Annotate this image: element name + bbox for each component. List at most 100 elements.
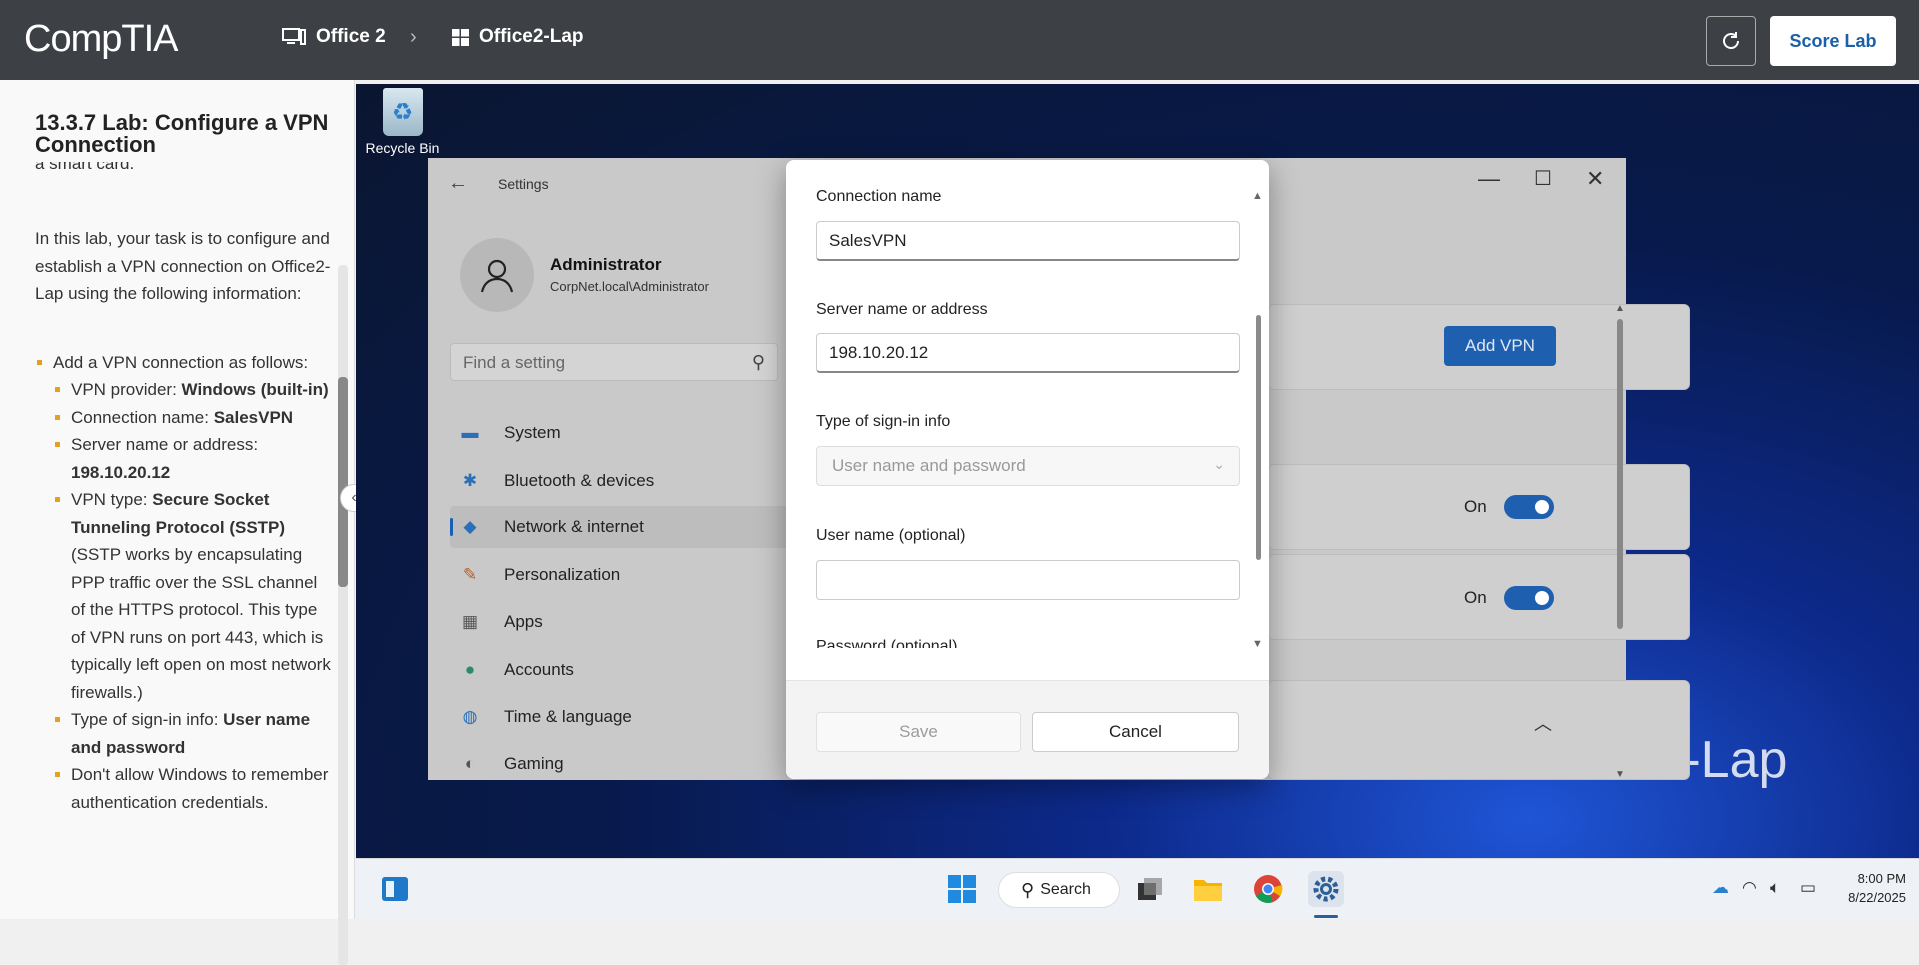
computer-icon xyxy=(282,28,306,45)
nav-label: System xyxy=(504,423,561,442)
nav-item-bluetooth[interactable]: ✱ Bluetooth & devices xyxy=(450,460,790,502)
scrollbar-thumb[interactable] xyxy=(1617,319,1623,629)
breadcrumb-office2[interactable]: Office 2 xyxy=(282,26,386,48)
bluetooth-icon: ✱ xyxy=(462,471,478,490)
nav-label: Time & language xyxy=(504,707,632,726)
chevron-down-icon: ⌄ xyxy=(1213,456,1225,472)
breadcrumb-label: Office 2 xyxy=(316,26,386,47)
dialog-footer: Save Cancel xyxy=(786,680,1269,779)
scroll-down-icon[interactable]: ▼ xyxy=(1615,769,1625,780)
scroll-down-icon[interactable]: ▼ xyxy=(1252,638,1263,650)
nav-label: Network & internet xyxy=(504,517,644,536)
scroll-up-icon[interactable]: ▲ xyxy=(1615,303,1625,314)
find-placeholder: Find a setting xyxy=(463,353,566,372)
apps-icon: ▦ xyxy=(461,612,479,631)
settings-scrollbar[interactable]: ▲ ▼ xyxy=(1613,303,1627,783)
server-address-input[interactable]: 198.10.20.12 xyxy=(816,333,1240,373)
nav-item-apps[interactable]: ▦ Apps xyxy=(450,601,790,643)
nav-item-system[interactable]: ▬ System xyxy=(450,412,790,454)
task-view-icon[interactable] xyxy=(1132,871,1168,907)
avatar xyxy=(460,238,534,312)
top-bar: CompTIA Office 2 › Office2-Lap Score Lab xyxy=(0,0,1919,80)
chevron-up-icon[interactable]: ︿ xyxy=(1534,710,1552,736)
search-label: Search xyxy=(1040,881,1091,898)
add-vpn-button[interactable]: Add VPN xyxy=(1444,326,1556,366)
score-lab-button[interactable]: Score Lab xyxy=(1770,16,1896,66)
username-label: User name (optional) xyxy=(816,527,966,544)
battery-icon[interactable]: ▭ xyxy=(1800,878,1816,898)
nav-label: Accounts xyxy=(504,660,574,679)
recycle-bin-icon: ♻ xyxy=(382,88,423,136)
volume-icon[interactable]: 🔈︎ xyxy=(1770,878,1780,898)
cancel-button[interactable]: Cancel xyxy=(1032,712,1239,752)
user-account: CorpNet.local\Administrator xyxy=(550,279,709,294)
brush-icon: ✎ xyxy=(462,565,478,584)
search-icon: ⚲ xyxy=(1021,879,1035,900)
recycle-bin-label: Recycle Bin xyxy=(365,140,440,156)
lab-intro: In this lab, your task is to configure a… xyxy=(35,229,331,303)
panel-scrollbar[interactable] xyxy=(338,265,348,965)
toggle-label: On xyxy=(1464,497,1487,516)
list-item: Type of sign-in info: User name and pass… xyxy=(53,706,333,761)
refresh-icon xyxy=(1723,32,1739,49)
close-icon[interactable]: ✕ xyxy=(1586,166,1604,192)
signin-type-select[interactable]: User name and password ⌄ xyxy=(816,446,1240,486)
back-arrow-icon[interactable]: ← xyxy=(448,172,468,195)
nav-label: Personalization xyxy=(504,565,621,584)
nav-item-personalization[interactable]: ✎ Personalization xyxy=(450,554,790,596)
breadcrumb-office2-lap[interactable]: Office2-Lap xyxy=(452,26,584,48)
taskbar: ⚲ Search ☁ ◠ 🔈︎ ▭ 8:00 PM 8/22/2025 xyxy=(356,858,1919,919)
toggle-switch[interactable] xyxy=(1504,495,1554,519)
connection-name-input[interactable]: SalesVPN xyxy=(816,221,1240,261)
clock-time: 8:00 PM xyxy=(1857,871,1906,886)
settings-gear-icon[interactable] xyxy=(1308,871,1344,907)
nav-label: Bluetooth & devices xyxy=(504,471,655,490)
user-icon xyxy=(480,259,514,293)
server-label: Server name or address xyxy=(816,301,988,318)
user-name: Administrator xyxy=(550,255,662,274)
nav-label: Gaming xyxy=(504,754,564,773)
search-icon: ⚲ xyxy=(751,352,765,372)
windows-icon xyxy=(452,28,469,46)
clock[interactable]: 8:00 PM 8/22/2025 xyxy=(1834,869,1906,907)
list-item: VPN type: Secure Socket Tunneling Protoc… xyxy=(53,486,333,706)
save-button[interactable]: Save xyxy=(816,712,1021,752)
start-icon[interactable] xyxy=(944,871,980,907)
password-label: Password (optional) xyxy=(816,638,958,648)
active-app-indicator xyxy=(1314,915,1338,918)
nav-label: Apps xyxy=(504,612,543,631)
partial-text: a smart card. xyxy=(35,162,135,172)
nav-item-gaming[interactable]: ◐ Gaming xyxy=(450,742,790,780)
taskbar-search[interactable]: ⚲ Search xyxy=(998,872,1120,908)
person-icon: ● xyxy=(464,660,476,679)
nav-item-accounts[interactable]: ● Accounts xyxy=(450,649,790,691)
scroll-up-icon[interactable]: ▲ xyxy=(1252,190,1263,202)
add-vpn-dialog: Connection name SalesVPN Server name or … xyxy=(786,160,1269,779)
file-explorer-icon[interactable] xyxy=(1190,871,1226,907)
nav-item-time-language[interactable]: ◍ Time & language xyxy=(450,696,790,738)
refresh-button[interactable] xyxy=(1706,16,1756,66)
nav-item-network[interactable]: ◆ Network & internet xyxy=(450,506,790,548)
monitor-icon: ▬ xyxy=(461,423,479,442)
widgets-icon[interactable] xyxy=(377,871,413,907)
toggle-switch[interactable] xyxy=(1504,586,1554,610)
onedrive-icon[interactable]: ☁ xyxy=(1712,878,1729,898)
wifi-icon[interactable]: ◠ xyxy=(1742,878,1757,898)
minimize-icon[interactable]: — xyxy=(1478,166,1500,192)
username-input[interactable] xyxy=(816,560,1240,600)
breadcrumb-label: Office2-Lap xyxy=(479,26,584,47)
recycle-bin[interactable]: ♻ Recycle Bin xyxy=(365,88,440,156)
lab-body: In this lab, your task is to configure a… xyxy=(35,225,333,816)
window-title: Settings xyxy=(498,176,549,192)
dialog-scrollbar[interactable]: ▲ ▼ xyxy=(1252,190,1264,650)
select-value: User name and password xyxy=(832,456,1026,475)
list-item: Don't allow Windows to remember authenti… xyxy=(53,761,333,816)
maximize-icon[interactable]: ☐ xyxy=(1534,166,1552,191)
list-item: VPN provider: Windows (built-in) xyxy=(53,376,333,404)
wifi-icon: ◆ xyxy=(463,517,477,536)
chrome-icon[interactable] xyxy=(1250,871,1286,907)
scrollbar-thumb[interactable] xyxy=(1256,315,1261,560)
scrollbar-thumb[interactable] xyxy=(338,377,348,587)
find-setting-input[interactable]: Find a setting ⚲ xyxy=(450,343,778,381)
comptia-logo: CompTIA xyxy=(24,18,178,60)
